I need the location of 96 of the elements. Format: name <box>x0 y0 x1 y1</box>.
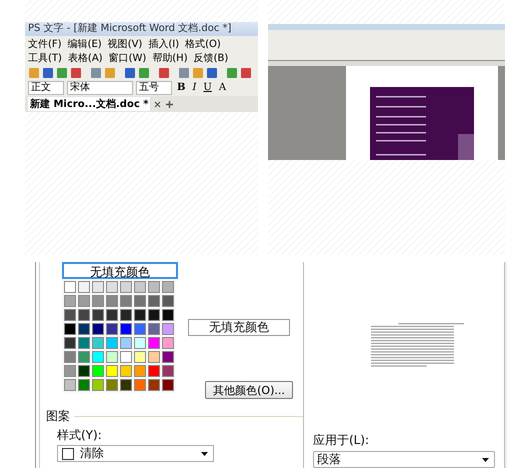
color-swatch[interactable] <box>92 351 104 363</box>
color-swatch[interactable] <box>162 323 174 335</box>
fill-preview-field: 无填充颜色 <box>188 319 290 336</box>
menu-item[interactable]: 工具(T) <box>28 51 62 65</box>
color-swatch[interactable] <box>64 295 76 307</box>
menu-item[interactable]: 窗口(W) <box>108 51 146 65</box>
format-button[interactable]: U <box>201 82 214 94</box>
color-swatch[interactable] <box>148 365 160 377</box>
color-swatch[interactable] <box>162 281 174 293</box>
color-swatch[interactable] <box>78 309 90 321</box>
color-swatch[interactable] <box>64 309 76 321</box>
caret-icon <box>201 452 208 456</box>
color-swatch[interactable] <box>106 323 118 335</box>
color-swatch[interactable] <box>92 281 104 293</box>
color-swatch[interactable] <box>120 281 132 293</box>
color-swatch[interactable] <box>162 351 174 363</box>
color-swatch[interactable] <box>134 323 146 335</box>
menu-item[interactable]: 帮助(H) <box>152 51 188 65</box>
menu-item[interactable]: 视图(V) <box>108 37 142 51</box>
color-swatch[interactable] <box>120 323 132 335</box>
color-swatch[interactable] <box>134 379 146 391</box>
color-swatch[interactable] <box>120 351 132 363</box>
color-swatch[interactable] <box>148 337 160 349</box>
close-icon[interactable] <box>154 100 162 108</box>
style-label: 样式(Y): <box>57 427 103 444</box>
color-swatch[interactable] <box>78 379 90 391</box>
format-button[interactable]: I <box>190 82 198 94</box>
color-swatch[interactable] <box>78 323 90 335</box>
menu-item[interactable]: 表格(A) <box>68 51 103 65</box>
color-swatch[interactable] <box>120 309 132 321</box>
color-swatch[interactable] <box>162 337 174 349</box>
color-swatch[interactable] <box>106 365 118 377</box>
color-swatch[interactable] <box>106 351 118 363</box>
apply-to-dropdown[interactable]: 段落 <box>313 451 495 468</box>
plus-icon[interactable] <box>165 100 174 108</box>
color-swatch[interactable] <box>64 337 76 349</box>
color-swatch[interactable] <box>134 309 146 321</box>
toolbar-icons-drawing[interactable] <box>28 67 254 79</box>
color-swatch[interactable] <box>92 365 104 377</box>
color-swatch[interactable] <box>148 281 160 293</box>
color-swatch[interactable] <box>64 323 76 335</box>
more-colors-button[interactable]: 其他颜色(O)... <box>205 381 293 399</box>
group-label: 图案 <box>46 408 70 425</box>
format-button[interactable]: A <box>216 82 228 94</box>
color-swatch[interactable] <box>162 365 174 377</box>
menu-item[interactable]: 文件(F) <box>28 37 62 51</box>
color-swatch[interactable] <box>120 379 132 391</box>
color-swatch[interactable] <box>106 309 118 321</box>
color-swatch[interactable] <box>162 295 174 307</box>
font-dropdown[interactable]: 宋体 <box>67 81 133 95</box>
menu-item[interactable]: 反馈(B) <box>194 51 228 65</box>
color-swatch[interactable] <box>92 309 104 321</box>
color-swatch[interactable] <box>106 337 118 349</box>
color-swatch[interactable] <box>78 365 90 377</box>
color-swatch[interactable] <box>78 351 90 363</box>
color-swatch[interactable] <box>148 323 160 335</box>
color-swatch[interactable] <box>92 323 104 335</box>
color-swatch[interactable] <box>148 379 160 391</box>
color-swatch[interactable] <box>134 337 146 349</box>
color-swatch[interactable] <box>134 351 146 363</box>
color-swatch[interactable] <box>64 281 76 293</box>
color-swatch[interactable] <box>134 295 146 307</box>
color-swatch[interactable] <box>148 351 160 363</box>
color-swatch[interactable] <box>106 295 118 307</box>
color-swatch[interactable] <box>92 295 104 307</box>
document-tab[interactable]: 新建 Micro...文档.doc * <box>28 97 150 111</box>
color-swatch[interactable] <box>78 337 90 349</box>
color-swatch[interactable] <box>92 337 104 349</box>
color-swatch[interactable] <box>78 295 90 307</box>
color-swatch[interactable] <box>106 281 118 293</box>
style-dropdown[interactable]: 正文 <box>28 81 64 95</box>
color-swatch[interactable] <box>134 365 146 377</box>
color-swatch[interactable] <box>64 379 76 391</box>
color-swatch[interactable] <box>162 379 174 391</box>
window-title: PS 文字 - [新建 Microsoft Word 文档.doc *] <box>25 22 258 36</box>
color-swatch[interactable] <box>120 337 132 349</box>
pattern-style-dropdown[interactable]: 清除 <box>57 445 214 462</box>
color-swatch[interactable] <box>120 365 132 377</box>
color-swatch[interactable] <box>64 365 76 377</box>
apply-to-label: 应用于(L): <box>313 432 370 449</box>
color-swatch[interactable] <box>92 379 104 391</box>
menu-item[interactable]: 编辑(E) <box>68 37 102 51</box>
color-swatch[interactable] <box>64 351 76 363</box>
color-swatch[interactable] <box>134 281 146 293</box>
color-swatch[interactable] <box>106 379 118 391</box>
color-swatch[interactable] <box>162 309 174 321</box>
color-swatch[interactable] <box>148 295 160 307</box>
font-size-dropdown[interactable]: 五号 <box>136 81 172 95</box>
caret-icon <box>482 458 489 462</box>
no-fill-button[interactable]: 无填充颜色 <box>62 262 178 279</box>
menu-item[interactable]: 格式(O) <box>185 37 221 51</box>
color-swatch[interactable] <box>148 309 160 321</box>
format-button[interactable]: B <box>175 82 188 94</box>
color-swatch[interactable] <box>120 295 132 307</box>
menu-item[interactable]: 插入(I) <box>148 37 180 51</box>
color-swatch[interactable] <box>78 281 90 293</box>
